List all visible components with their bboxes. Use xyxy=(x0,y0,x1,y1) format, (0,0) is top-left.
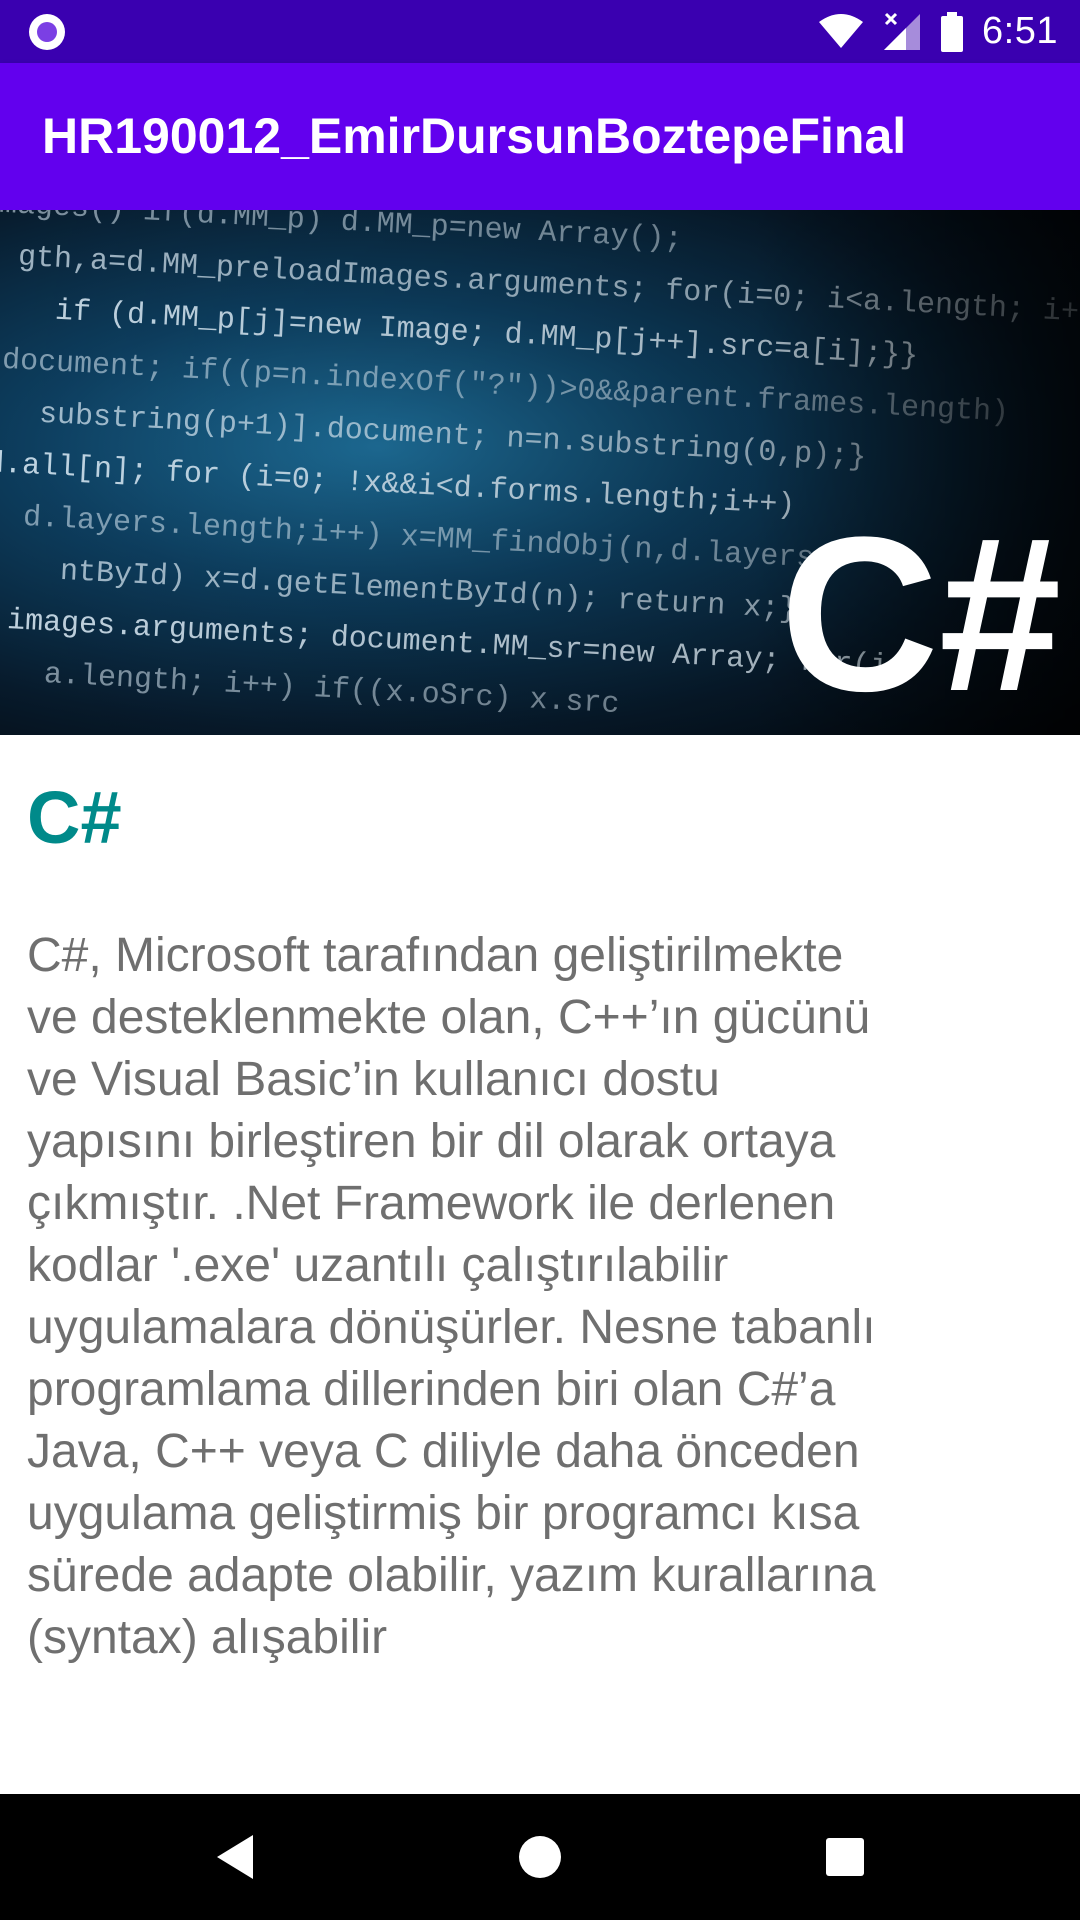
home-button[interactable] xyxy=(460,1794,620,1920)
app-notification-icon xyxy=(29,14,65,50)
cellular-no-signal-icon xyxy=(882,12,922,52)
status-time: 6:51 xyxy=(982,10,1058,52)
csharp-logo-text: C# xyxy=(780,491,1061,735)
navigation-bar xyxy=(0,1794,1080,1920)
home-icon xyxy=(519,1836,561,1878)
hero-image: images() if(d.MM_p) d.MM_p=new Array();g… xyxy=(0,210,1080,735)
wifi-icon xyxy=(818,13,864,50)
status-icons: 6:51 xyxy=(818,0,1058,63)
battery-icon xyxy=(940,11,964,52)
app-bar: HR190012_EmirDursunBoztepeFinal xyxy=(0,63,1080,210)
back-icon xyxy=(217,1835,253,1879)
description-text: C#, Microsoft tarafından geliştirilmekte… xyxy=(27,929,876,1664)
back-button[interactable] xyxy=(155,1794,315,1920)
recents-icon xyxy=(826,1838,864,1876)
app-title: HR190012_EmirDursunBoztepeFinal xyxy=(42,108,907,164)
page-title: C# xyxy=(27,776,122,859)
code-background-image: images() if(d.MM_p) d.MM_p=new Array();g… xyxy=(0,210,1080,735)
recents-button[interactable] xyxy=(765,1794,925,1920)
status-bar: 6:51 xyxy=(0,0,1080,63)
